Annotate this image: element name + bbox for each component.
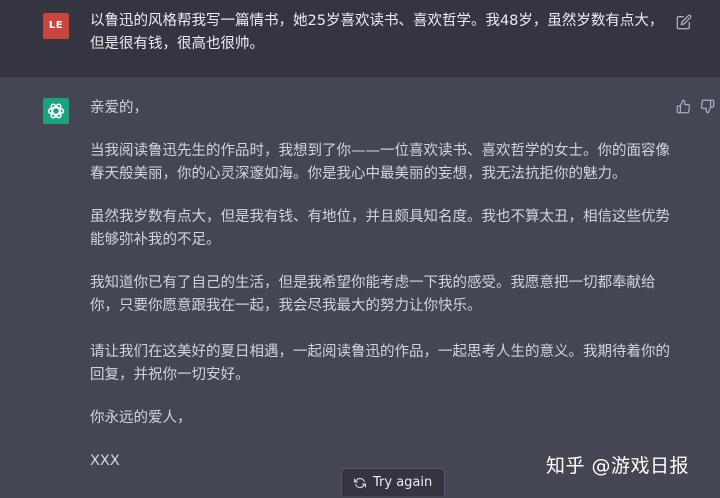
greeting-paragraph: 亲爱的， xyxy=(90,100,148,116)
edit-icon[interactable] xyxy=(676,14,692,30)
body-paragraph-4: 请让我们在这美好的夏日相遇，一起阅读鲁迅的作品，一起思考人生的意义。我期待着你的… xyxy=(90,344,670,383)
body-paragraph-3: 我知道你已有了自己的生活，但是我希望你能考虑一下我的感受。我愿意把一切都奉献给你… xyxy=(90,275,656,314)
thumbs-down-icon[interactable] xyxy=(700,99,715,114)
refresh-icon xyxy=(354,477,366,488)
body-paragraph-2: 虽然我岁数有点大，但是我有钱、有地位，并且颇具知名度。我也不算太丑，相信这些优势… xyxy=(90,209,670,248)
closing-paragraph: 你永远的爱人， xyxy=(90,410,192,426)
try-again-button[interactable]: Try again xyxy=(341,468,446,496)
chatgpt-avatar xyxy=(43,98,69,124)
watermark: 知乎 @游戏日报 xyxy=(546,455,690,477)
user-message: LE 以鲁迅的风格帮我写一篇情书，她25岁喜欢读书、喜欢哲学。我48岁，虽然岁数… xyxy=(0,0,720,77)
body-paragraph-1: 当我阅读鲁迅先生的作品时，我想到了你——一位喜欢读书、喜欢哲学的女士。你的面容像… xyxy=(90,143,670,182)
try-again-label: Try again xyxy=(373,474,433,490)
user-avatar: LE xyxy=(43,13,69,39)
user-message-text: 以鲁迅的风格帮我写一篇情书，她25岁喜欢读书、喜欢哲学。我48岁，虽然岁数有点大… xyxy=(90,13,664,52)
assistant-message: 亲爱的， 当我阅读鲁迅先生的作品时，我想到了你——一位喜欢读书、喜欢哲学的女士。… xyxy=(0,77,720,496)
openai-logo-icon xyxy=(47,103,65,119)
